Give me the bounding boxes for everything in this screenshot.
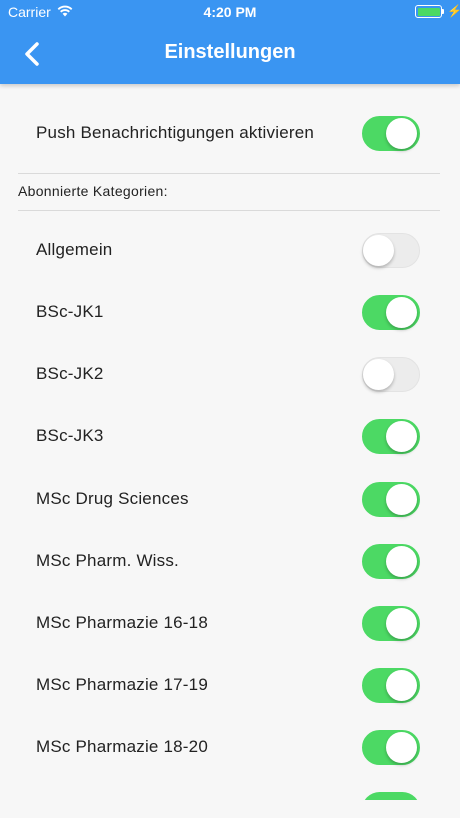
battery-tip xyxy=(442,9,444,14)
category-row-allgemein[interactable]: Allgemein xyxy=(0,219,460,281)
clock: 4:20 PM xyxy=(203,4,257,20)
category-toggle-msc-drug-sciences[interactable] xyxy=(362,482,420,517)
toggle-knob xyxy=(386,296,417,328)
category-row-bsc-jk1[interactable]: BSc-JK1 xyxy=(0,281,460,343)
category-row-msc-pharmazie-16-18[interactable]: MSc Pharmazie 16-18 xyxy=(0,592,460,654)
category-row-msc-drug-sciences[interactable]: MSc Drug Sciences xyxy=(0,468,460,530)
status-bar: Carrier 4:20 PM ⚡ xyxy=(0,0,460,24)
category-toggle-bsc-jk3[interactable] xyxy=(362,419,420,454)
charging-bolt-icon: ⚡ xyxy=(447,4,460,18)
category-label: MSc Pharmazie 16-18 xyxy=(36,613,208,632)
divider xyxy=(18,210,440,211)
push-notifications-toggle[interactable] xyxy=(362,116,420,151)
category-row-msc-pharm-wiss[interactable]: MSc Pharm. Wiss. xyxy=(0,530,460,592)
category-label: MSc Pharmazie 18-20 xyxy=(36,737,208,756)
subscribed-categories-header: Abonnierte Kategorien: xyxy=(18,183,168,199)
toggle-knob xyxy=(386,117,417,149)
category-toggle-msc-pharmazie-17-19[interactable] xyxy=(362,668,420,703)
toggle-knob xyxy=(386,669,417,701)
category-label: BSc-JK3 xyxy=(36,426,104,445)
push-notifications-label: Push Benachrichtigungen aktivieren xyxy=(36,123,315,142)
category-toggle-msc-pharmazie-16-18[interactable] xyxy=(362,606,420,641)
category-row-msc-pharmazie-17-19[interactable]: MSc Pharmazie 17-19 xyxy=(0,654,460,716)
category-label: MSc Drug Sciences xyxy=(36,489,189,508)
category-toggle-allgemein[interactable] xyxy=(362,233,420,268)
category-row-msc-pharmazie-18-20[interactable]: MSc Pharmazie 18-20 xyxy=(0,716,460,778)
category-row-bsc-jk3[interactable]: BSc-JK3 xyxy=(0,405,460,467)
category-row-bsc-jk2[interactable]: BSc-JK2 xyxy=(0,343,460,405)
category-label: BSc-JK1 xyxy=(36,302,104,321)
category-toggle-partial[interactable] xyxy=(362,792,420,800)
category-label: MSc Pharmazie 17-19 xyxy=(36,675,208,694)
category-label: MSc Pharm. Wiss. xyxy=(36,551,179,570)
toggle-knob xyxy=(386,483,417,515)
toggle-knob xyxy=(363,358,394,390)
toggle-knob xyxy=(386,731,417,763)
category-label: Allgemein xyxy=(36,240,113,259)
toggle-knob xyxy=(386,420,417,452)
battery-icon xyxy=(415,5,442,18)
toggle-knob xyxy=(386,545,417,577)
divider xyxy=(18,173,440,174)
category-label: BSc-JK2 xyxy=(36,364,104,383)
toggle-knob xyxy=(386,607,417,639)
category-toggle-bsc-jk1[interactable] xyxy=(362,295,420,330)
push-notifications-row[interactable]: Push Benachrichtigungen aktivieren xyxy=(0,102,460,164)
toggle-knob xyxy=(363,234,394,266)
category-toggle-msc-pharm-wiss[interactable] xyxy=(362,544,420,579)
app-header: Carrier 4:20 PM ⚡ Einstellungen xyxy=(0,0,460,84)
category-toggle-bsc-jk2[interactable] xyxy=(362,357,420,392)
page-title: Einstellungen xyxy=(164,41,296,63)
category-toggle-msc-pharmazie-18-20[interactable] xyxy=(362,730,420,765)
